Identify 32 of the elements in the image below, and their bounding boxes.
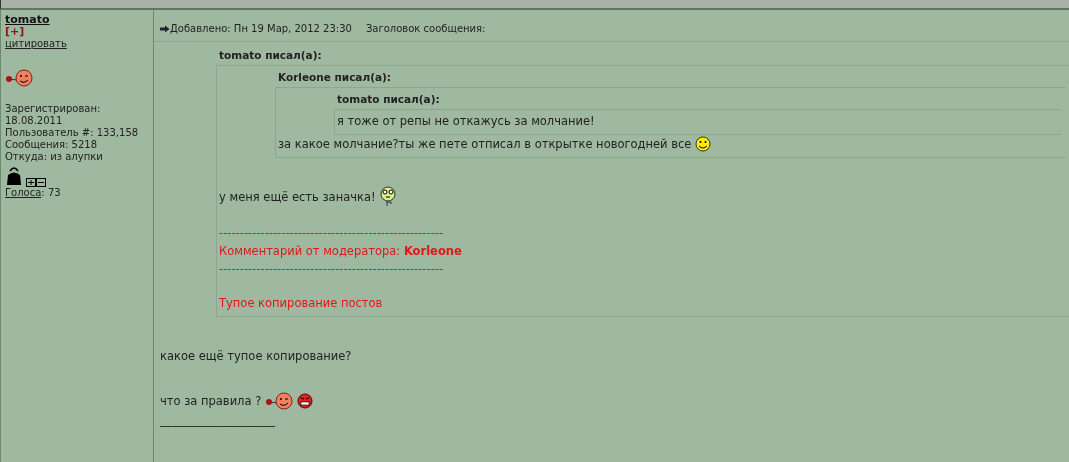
profile-info: Откуда: из алупки bbox=[5, 151, 104, 163]
dazed-smiley-icon bbox=[379, 186, 396, 208]
moderator-text: Тупое копирование постов bbox=[219, 296, 383, 310]
expand-badge[interactable]: [+] bbox=[5, 26, 25, 38]
quote-author: tomato писал(а): bbox=[336, 92, 441, 107]
winking-smiley-icon bbox=[5, 68, 33, 88]
moderator-text: ------------------------------------------------------ bbox=[219, 226, 444, 240]
profile-info: 18.08.2011 bbox=[5, 115, 64, 127]
quote-author: Korleone писал(а): bbox=[277, 70, 393, 85]
post-text: что за правила ? bbox=[160, 394, 262, 408]
post-date: Добавлено: Пн 19 Мар, 2012 23:30 bbox=[170, 23, 352, 34]
kettle-icon bbox=[5, 165, 23, 187]
quote-link[interactable]: цитировать bbox=[5, 38, 67, 50]
post-text: я тоже от репы не откажусь за молчание! bbox=[337, 114, 595, 128]
post-text: ____________________ bbox=[160, 413, 275, 427]
smiley-icon bbox=[695, 136, 712, 152]
moderator-text: ------------------------------------------------------ bbox=[219, 262, 444, 276]
moderator-text: Комментарий от модератора: Korleone bbox=[219, 244, 462, 258]
profile-info: Зарегистрирован: bbox=[5, 103, 102, 115]
arrow-icon bbox=[160, 24, 170, 33]
profile-info: Сообщения: 5218 bbox=[5, 139, 98, 151]
post-text: у меня ещё есть заначка! bbox=[219, 190, 376, 204]
plus-minus-icon[interactable] bbox=[26, 178, 46, 187]
winking-smiley-icon bbox=[265, 391, 294, 411]
subject-label: Заголовок сообщения: bbox=[365, 23, 486, 34]
votes-count: : 73 bbox=[41, 187, 61, 198]
angry-smiley-icon bbox=[297, 393, 314, 409]
post-text: какое ещё тупое копирование? bbox=[160, 349, 352, 363]
post-text: за какое молчание?ты же пете отписал в открытке новогодней все bbox=[278, 137, 692, 151]
username-link[interactable]: tomato bbox=[5, 14, 50, 26]
profile-info: Пользователь #: 133,158 bbox=[5, 127, 140, 139]
quote-author: tomato писал(а): bbox=[218, 48, 323, 63]
